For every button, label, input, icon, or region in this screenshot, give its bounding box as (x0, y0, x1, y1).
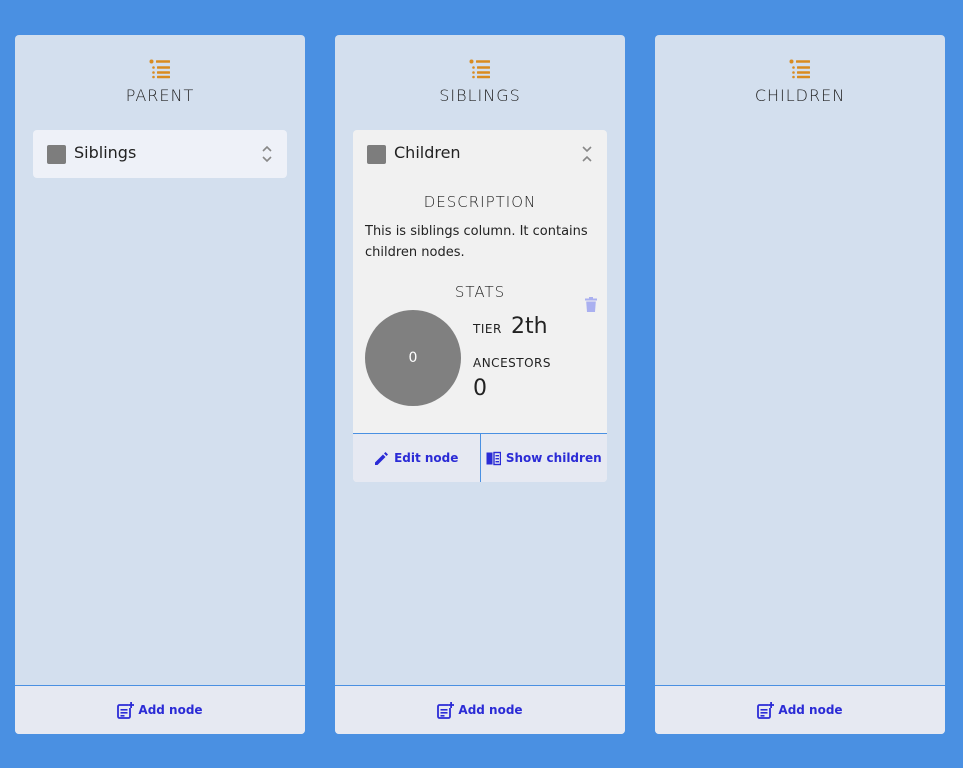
node-color-swatch (367, 145, 386, 164)
column-siblings: SIBLINGS Children DESCRIPTION This is si… (335, 35, 625, 734)
column-header: SIBLINGS (335, 35, 625, 130)
show-children-button[interactable]: Show children (479, 434, 608, 482)
column-title: SIBLINGS (439, 86, 521, 105)
node-card-siblings[interactable]: Siblings (33, 130, 287, 178)
description-text: This is siblings column. It contains chi… (365, 224, 588, 260)
trash-icon[interactable] (585, 297, 597, 312)
column-parent: PARENT Siblings Add node (15, 35, 305, 734)
description-title: DESCRIPTION (423, 193, 537, 211)
node-card-header[interactable]: Children (353, 130, 607, 178)
column-header: PARENT (15, 35, 305, 130)
add-node-button[interactable]: Add node (335, 685, 625, 734)
add-note-icon (117, 702, 134, 719)
pencil-icon (375, 451, 389, 465)
list-icon (469, 59, 491, 79)
column-title: PARENT (125, 86, 195, 105)
column-children: CHILDREN Add node (655, 35, 945, 734)
node-label: Children (394, 143, 461, 162)
add-note-icon (757, 702, 774, 719)
node-color-swatch (47, 145, 66, 164)
edit-node-button[interactable]: Edit node (353, 434, 480, 482)
node-label: Siblings (74, 143, 137, 162)
tier-label: TIER (473, 322, 502, 336)
stat-circle: 0 (365, 310, 461, 406)
node-card-children: Children DESCRIPTION This is siblings co… (353, 130, 607, 482)
ancestors-label: ANCESTORS (473, 356, 551, 370)
column-title: CHILDREN (754, 86, 846, 105)
expand-chevron-icon[interactable] (261, 145, 273, 163)
add-node-label: Add node (458, 703, 523, 717)
list-icon (149, 59, 171, 79)
edit-node-label: Edit node (394, 451, 459, 465)
node-actions: Edit node Show children (353, 433, 607, 482)
add-node-button[interactable]: Add node (15, 685, 305, 734)
stats-title: STATS (454, 283, 506, 301)
add-node-label: Add node (138, 703, 203, 717)
tier-value: 2th (511, 314, 548, 339)
show-children-label: Show children (505, 451, 602, 465)
ancestors-value: 0 (473, 376, 487, 401)
list-icon (789, 59, 811, 79)
collapse-chevron-icon[interactable] (581, 145, 593, 163)
add-node-button[interactable]: Add node (655, 685, 945, 734)
column-header: CHILDREN (655, 35, 945, 130)
add-note-icon (437, 702, 454, 719)
add-node-label: Add node (778, 703, 843, 717)
columns-icon (486, 451, 501, 465)
